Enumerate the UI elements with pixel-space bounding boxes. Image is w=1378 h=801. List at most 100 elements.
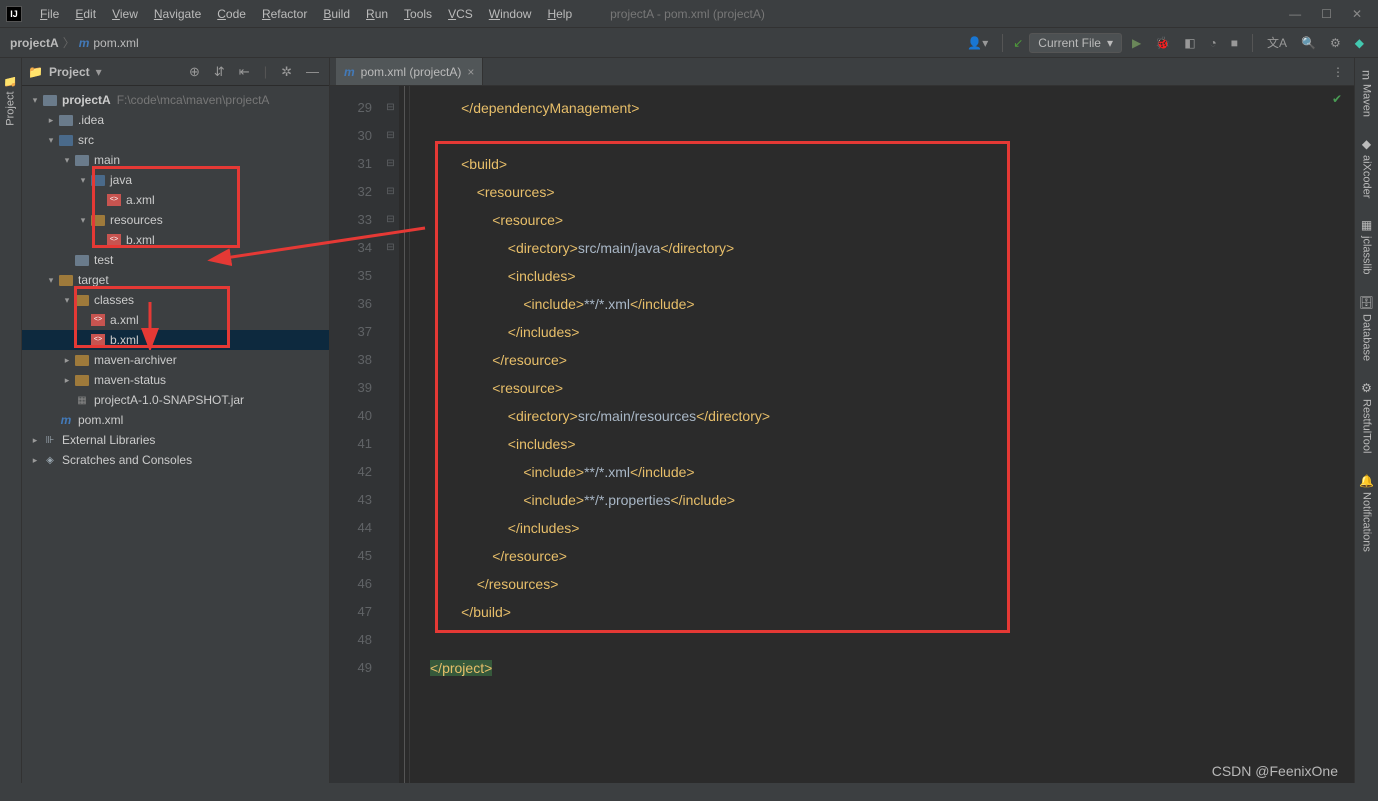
tree-row[interactable]: ▾resources [22, 210, 329, 230]
run-config-selector[interactable]: Current File ▾ [1029, 33, 1122, 53]
editor-body[interactable]: ✔ 29303132333435363738394041424344454647… [330, 86, 1354, 783]
right-tool-notifications[interactable]: 🔔Notifications [1358, 466, 1376, 561]
code-line[interactable] [410, 122, 1354, 150]
code-line[interactable]: <include>**/*.xml</include> [410, 290, 1354, 318]
chevron-down-icon[interactable]: ▾ [76, 215, 90, 226]
close-icon[interactable]: ✕ [1352, 7, 1362, 21]
breadcrumb-project[interactable]: projectA [10, 36, 59, 50]
chevron-right-icon[interactable]: ▸ [60, 375, 74, 386]
menu-file[interactable]: File [32, 7, 67, 21]
code-line[interactable]: <build> [410, 150, 1354, 178]
code-line[interactable]: </dependencyManagement> [410, 94, 1354, 122]
right-tool-database[interactable]: 🗄Database [1358, 287, 1376, 369]
menu-build[interactable]: Build [315, 7, 358, 21]
menu-help[interactable]: Help [539, 7, 580, 21]
right-tool-jclasslib[interactable]: ▦jclasslib [1358, 210, 1376, 283]
tree-row[interactable]: <>b.xml [22, 230, 329, 250]
menu-code[interactable]: Code [209, 7, 254, 21]
code-line[interactable]: </includes> [410, 514, 1354, 542]
tree-row[interactable]: mpom.xml [22, 410, 329, 430]
close-tab-icon[interactable]: × [467, 65, 474, 79]
code-line[interactable]: <resource> [410, 374, 1354, 402]
menu-navigate[interactable]: Navigate [146, 7, 209, 21]
editor-tab-pom[interactable]: m pom.xml (projectA) × [336, 58, 483, 85]
code-line[interactable]: </resource> [410, 542, 1354, 570]
fold-marker[interactable]: ⊟ [382, 122, 399, 150]
fold-gutter[interactable]: ⊟⊟⊟⊟⊟⊟ [382, 86, 400, 783]
code-area[interactable]: </dependencyManagement> <build> <resourc… [410, 86, 1354, 783]
tree-row[interactable]: ▸⊪External Libraries [22, 430, 329, 450]
menu-tools[interactable]: Tools [396, 7, 440, 21]
debug-icon[interactable]: 🐞 [1151, 34, 1174, 52]
run-icon[interactable]: ▶ [1128, 34, 1145, 52]
code-line[interactable]: </resource> [410, 346, 1354, 374]
code-line[interactable]: <directory>src/main/resources</directory… [410, 402, 1354, 430]
tree-row[interactable]: ▾src [22, 130, 329, 150]
code-line[interactable]: <include>**/*.xml</include> [410, 458, 1354, 486]
code-line[interactable] [410, 626, 1354, 654]
code-line[interactable]: <include>**/*.properties</include> [410, 486, 1354, 514]
menu-edit[interactable]: Edit [67, 7, 104, 21]
code-line[interactable]: <directory>src/main/java</directory> [410, 234, 1354, 262]
code-line[interactable]: </build> [410, 598, 1354, 626]
chevron-down-icon[interactable]: ▾ [60, 295, 74, 306]
chevron-down-icon[interactable]: ▾ [76, 175, 90, 186]
tree-row[interactable]: ▾target [22, 270, 329, 290]
tree-row[interactable]: <>a.xml [22, 310, 329, 330]
search-icon[interactable]: 🔍 [1297, 34, 1320, 52]
right-tool-restfultool[interactable]: ⚙RestfulTool [1358, 373, 1376, 461]
menu-refactor[interactable]: Refactor [254, 7, 315, 21]
project-tree[interactable]: ▾projectAF:\code\mca\maven\projectA▸.ide… [22, 86, 329, 783]
menu-view[interactable]: View [104, 7, 146, 21]
chevron-right-icon[interactable]: ▸ [60, 355, 74, 366]
tree-row[interactable]: ▸maven-archiver [22, 350, 329, 370]
profile-icon[interactable]: ◔ [1206, 34, 1221, 52]
tab-more-icon[interactable]: ⋮ [1322, 65, 1354, 79]
menu-window[interactable]: Window [481, 7, 540, 21]
ai-icon[interactable]: ◆ [1351, 34, 1368, 52]
chevron-right-icon[interactable]: ▸ [44, 115, 58, 126]
tree-row[interactable]: test [22, 250, 329, 270]
chevron-down-icon[interactable]: ▾ [44, 275, 58, 286]
minimize-icon[interactable]: — [1289, 7, 1301, 21]
right-tool-aixcoder[interactable]: ◆aiXcoder [1358, 129, 1376, 206]
collapse-all-icon[interactable]: ⇤ [235, 64, 254, 80]
expand-all-icon[interactable]: ⇵ [210, 64, 229, 80]
fold-marker[interactable]: ⊟ [382, 206, 399, 234]
menu-vcs[interactable]: VCS [440, 7, 481, 21]
menu-run[interactable]: Run [358, 7, 396, 21]
tree-row[interactable]: <>b.xml [22, 330, 329, 350]
fold-marker[interactable]: ⊟ [382, 150, 399, 178]
chevron-down-icon[interactable]: ▾ [28, 95, 42, 106]
tree-row[interactable]: ▸maven-status [22, 370, 329, 390]
code-line[interactable]: <resource> [410, 206, 1354, 234]
select-opened-file-icon[interactable]: ⊕ [185, 64, 204, 80]
code-line[interactable]: </includes> [410, 318, 1354, 346]
chevron-down-icon[interactable]: ▾ [96, 65, 102, 79]
tree-row[interactable]: ▾java [22, 170, 329, 190]
build-icon[interactable]: ↙ [1013, 36, 1023, 50]
tree-row[interactable]: <>a.xml [22, 190, 329, 210]
project-tool-button[interactable]: Project 📁 [2, 64, 19, 136]
code-line[interactable]: <includes> [410, 262, 1354, 290]
fold-marker[interactable]: ⊟ [382, 94, 399, 122]
user-icon[interactable]: 👤▾ [963, 34, 992, 52]
chevron-down-icon[interactable]: ▾ [44, 135, 58, 146]
settings-icon[interactable]: ⚙ [1326, 34, 1345, 52]
chevron-right-icon[interactable]: ▸ [28, 455, 42, 466]
code-line[interactable]: <resources> [410, 178, 1354, 206]
code-line[interactable]: <includes> [410, 430, 1354, 458]
breadcrumb-file[interactable]: pom.xml [93, 36, 138, 50]
code-line[interactable]: </resources> [410, 570, 1354, 598]
tree-row[interactable]: ▦projectA-1.0-SNAPSHOT.jar [22, 390, 329, 410]
stop-icon[interactable]: ■ [1227, 34, 1242, 52]
maximize-icon[interactable]: ☐ [1321, 7, 1332, 21]
settings-icon[interactable]: ✲ [277, 64, 296, 80]
fold-marker[interactable]: ⊟ [382, 178, 399, 206]
tree-row[interactable]: ▾projectAF:\code\mca\maven\projectA [22, 90, 329, 110]
tree-row[interactable]: ▾classes [22, 290, 329, 310]
tree-row[interactable]: ▸◈Scratches and Consoles [22, 450, 329, 470]
chevron-down-icon[interactable]: ▾ [60, 155, 74, 166]
chevron-right-icon[interactable]: ▸ [28, 435, 42, 446]
fold-marker[interactable]: ⊟ [382, 234, 399, 262]
